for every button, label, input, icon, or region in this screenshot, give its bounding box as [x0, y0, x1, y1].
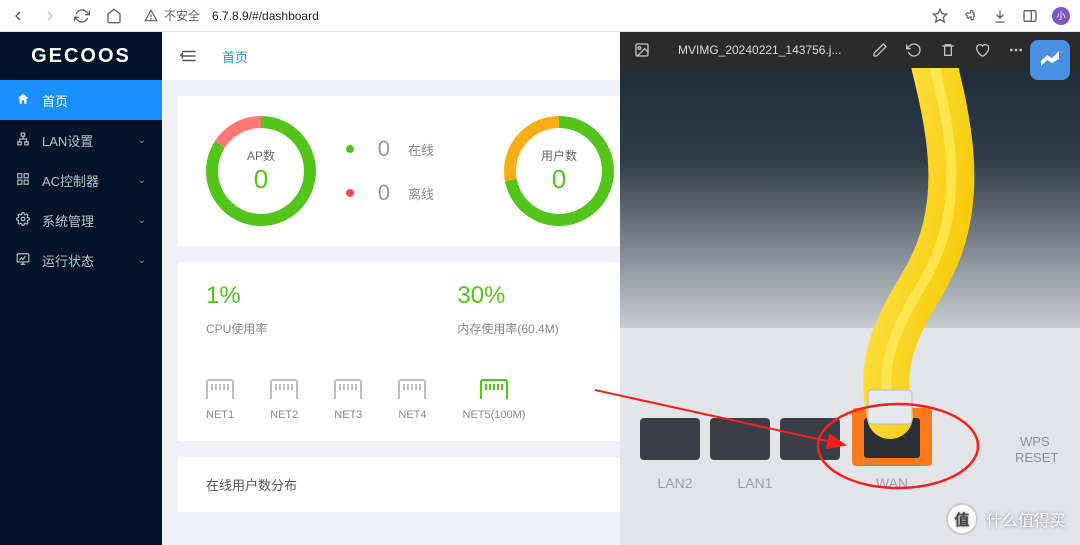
viewer-filename: MVIMG_20240221_143756.j...	[678, 43, 854, 57]
port-label: NET5(100M)	[463, 409, 526, 421]
gear-icon	[16, 212, 30, 229]
svg-text:WPS: WPS	[1020, 434, 1050, 449]
ac-icon	[16, 172, 30, 189]
port-2: NET3	[334, 379, 362, 421]
port-4: NET5(100M)	[463, 379, 526, 421]
sidebar-item-4[interactable]: 运行状态 ⌄	[0, 240, 162, 280]
star-icon[interactable]	[932, 8, 948, 24]
ethernet-port-icon	[398, 379, 426, 399]
users-value: 0	[541, 164, 577, 195]
app-badge-icon[interactable]	[1030, 40, 1070, 80]
sidepanel-icon[interactable]	[1022, 8, 1038, 24]
online-label: 在线	[408, 140, 434, 159]
ethernet-port-icon	[270, 379, 298, 399]
cpu-label: CPU使用率	[206, 320, 267, 337]
sidebar-item-3[interactable]: 系统管理 ⌄	[0, 200, 162, 240]
offline-value: 0	[372, 180, 390, 206]
ap-value: 0	[247, 164, 275, 195]
edit-icon[interactable]	[872, 42, 888, 58]
breadcrumb[interactable]: 首页	[222, 47, 248, 66]
rotate-icon[interactable]	[906, 42, 922, 58]
distribution-title: 在线用户数分布	[206, 475, 297, 494]
sidebar-item-1[interactable]: LAN设置 ⌄	[0, 120, 162, 160]
sidebar-item-2[interactable]: AC控制器 ⌄	[0, 160, 162, 200]
chevron-down-icon: ⌄	[138, 215, 146, 226]
port-label: NET2	[270, 409, 298, 421]
watermark: 值 什么值得买	[946, 503, 1066, 535]
image-viewer: MVIMG_20240221_143756.j...	[620, 32, 1080, 545]
sidebar-item-0[interactable]: 首页	[0, 80, 162, 120]
viewer-toolbar: MVIMG_20240221_143756.j...	[620, 32, 1080, 68]
port-label: NET1	[206, 409, 234, 421]
insecure-label: 不安全	[164, 7, 200, 24]
delete-icon[interactable]	[940, 42, 956, 58]
users-gauge: 用户数 0	[504, 116, 614, 226]
sidebar-item-label: AC控制器	[42, 171, 99, 190]
port-1: NET2	[270, 379, 298, 421]
image-icon	[634, 42, 650, 58]
port-label: NET4	[398, 409, 426, 421]
url-text: 6.7.8.9/#/dashboard	[212, 9, 319, 23]
port-0: NET1	[206, 379, 234, 421]
offline-label: 离线	[408, 184, 434, 203]
viewer-image[interactable]: LAN2 LAN1 WAN WPS RESET	[620, 68, 1080, 545]
chevron-down-icon: ⌄	[138, 255, 146, 266]
port-3: NET4	[398, 379, 426, 421]
ap-gauge: AP数 0	[206, 116, 316, 226]
address-bar[interactable]: 不安全 6.7.8.9/#/dashboard	[136, 4, 918, 28]
port-label: NET3	[334, 409, 362, 421]
sidebar-item-label: LAN设置	[42, 131, 93, 150]
sidebar-item-label: 系统管理	[42, 211, 94, 230]
sidebar-item-label: 首页	[42, 91, 68, 110]
home-icon[interactable]	[106, 8, 122, 24]
back-icon[interactable]	[10, 8, 26, 24]
cpu-pct: 1%	[206, 282, 267, 310]
offline-dot-icon	[346, 189, 354, 197]
home-icon	[16, 92, 30, 109]
sidebar: GECOOS 首页 LAN设置 ⌄ AC控制器 ⌄ 系统管理 ⌄ 运行状态 ⌄	[0, 32, 162, 545]
ethernet-port-icon	[480, 379, 508, 399]
mem-label: 内存使用率(60.4M)	[457, 320, 558, 337]
collapse-icon[interactable]	[180, 49, 198, 63]
sidebar-item-label: 运行状态	[42, 251, 94, 270]
chevron-down-icon: ⌄	[138, 135, 146, 146]
reload-icon[interactable]	[74, 8, 90, 24]
watermark-text: 什么值得买	[986, 507, 1066, 531]
more-icon[interactable]	[1008, 42, 1024, 58]
forward-icon[interactable]	[42, 8, 58, 24]
download-icon[interactable]	[992, 8, 1008, 24]
ethernet-port-icon	[334, 379, 362, 399]
users-label: 用户数	[541, 147, 577, 164]
svg-text:RESET: RESET	[1015, 450, 1058, 465]
watermark-badge-icon: 值	[946, 503, 978, 535]
mem-pct: 30%	[457, 282, 558, 310]
online-dot-icon	[346, 145, 354, 153]
favorite-icon[interactable]	[974, 42, 990, 58]
svg-text:LAN1: LAN1	[737, 475, 772, 491]
online-value: 0	[372, 136, 390, 162]
profile-avatar[interactable]: 小	[1052, 7, 1070, 25]
ethernet-port-icon	[206, 379, 234, 399]
chevron-down-icon: ⌄	[138, 175, 146, 186]
logo: GECOOS	[0, 32, 162, 80]
browser-toolbar: 不安全 6.7.8.9/#/dashboard 小	[0, 0, 1080, 32]
svg-text:LAN2: LAN2	[657, 475, 692, 491]
monitor-icon	[16, 252, 30, 269]
extensions-icon[interactable]	[962, 8, 978, 24]
lan-icon	[16, 132, 30, 149]
insecure-icon	[144, 9, 158, 23]
ap-label: AP数	[247, 147, 275, 164]
